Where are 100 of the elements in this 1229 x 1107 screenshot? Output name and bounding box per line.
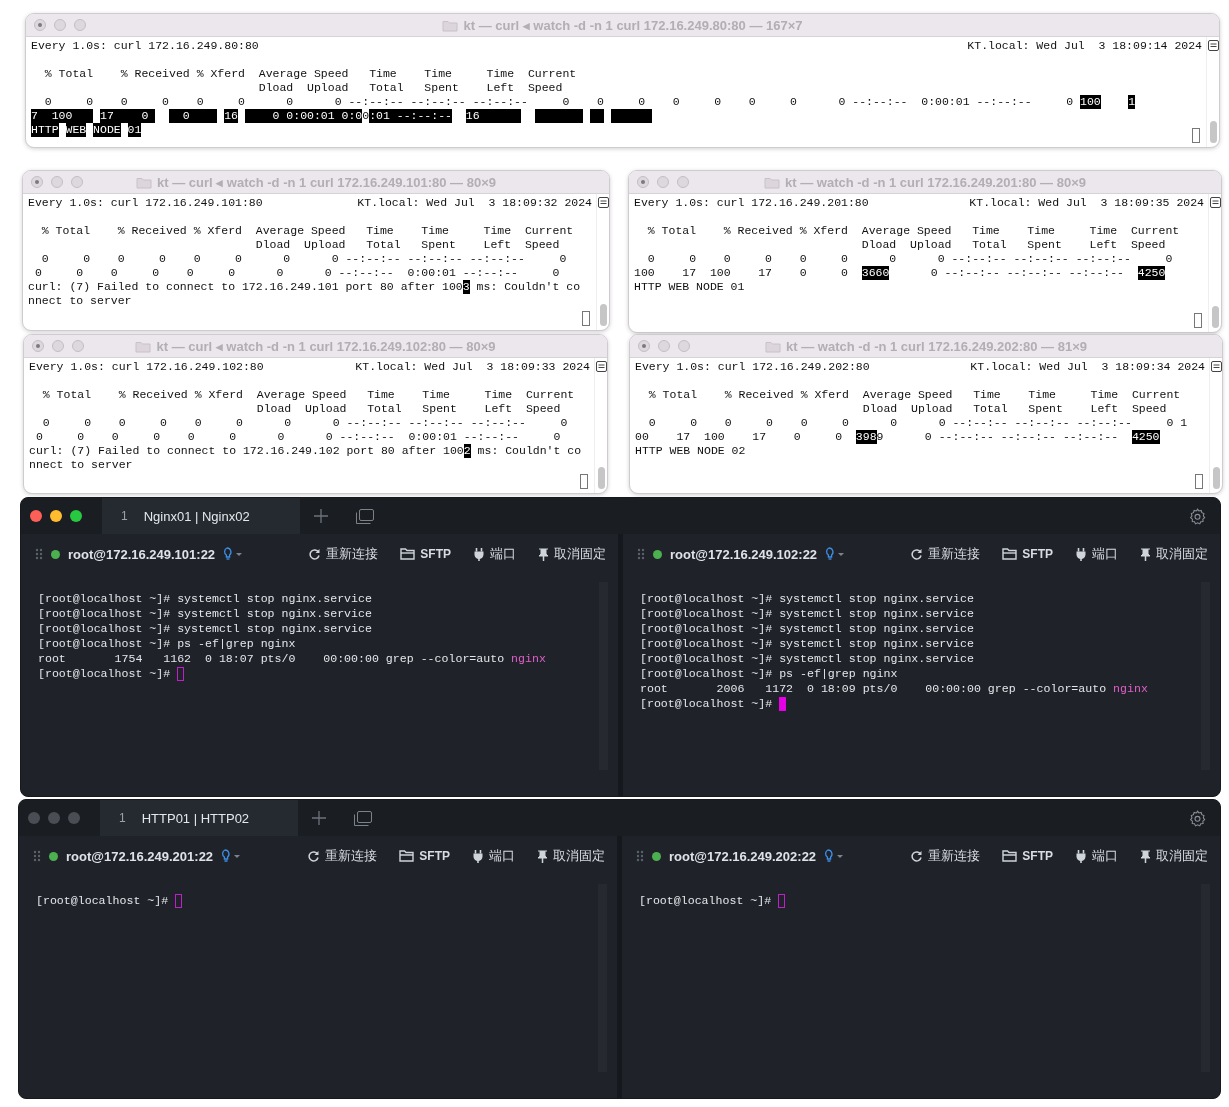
terminal-text: nnect to server	[28, 294, 132, 308]
terminal-text: [root@localhost ~]#	[38, 666, 172, 681]
window-title: kt — watch -d -n 1 curl 172.16.249.202:80 — 81×9	[786, 338, 1087, 354]
drag-handle-icon[interactable]	[637, 548, 645, 560]
close-button[interactable]	[31, 176, 43, 188]
highlighted-text: 01	[127, 123, 142, 137]
close-button[interactable]	[34, 19, 46, 31]
highlighted-text: 3	[462, 280, 470, 294]
tab-label: HTTP01 | HTTP02	[141, 810, 250, 826]
terminal-text: root 2006 1172 0 18:09 pts/0 00:00:00 grep --color=auto	[640, 681, 1108, 696]
toolbar-button[interactable]: 端口	[472, 845, 515, 867]
highlighted-match: nginx	[511, 651, 546, 666]
toolbar-button[interactable]: 端口	[1075, 543, 1118, 565]
terminal-text: Dload Upload Total Spent Left Speed	[860, 238, 1166, 252]
scrollbar-thumb[interactable]	[597, 467, 605, 489]
scrollbar-thumb[interactable]	[1211, 306, 1219, 328]
terminal-text: nnect to server	[29, 458, 133, 472]
host-label[interactable]: root@172.16.249.201:22	[66, 848, 214, 864]
host-label[interactable]: root@172.16.249.101:22	[68, 546, 216, 562]
plug-icon	[1075, 547, 1087, 561]
terminal-text: Dload Upload Total Spent Left Speed	[254, 238, 560, 252]
tab[interactable]: 1 Nginx01 | Nginx02	[102, 498, 300, 534]
close-button[interactable]	[30, 510, 42, 522]
close-button[interactable]	[32, 340, 44, 352]
lightbulb-icon[interactable]	[824, 849, 845, 863]
split-view-icon[interactable]	[1209, 197, 1221, 208]
tab[interactable]: 1 HTTP01 | HTTP02	[100, 800, 298, 836]
toolbar-button[interactable]: 取消固定	[1140, 845, 1208, 867]
toolbar-button[interactable]: SFTP	[399, 847, 450, 865]
terminal-text: % Total % Received % Xferd Average Speed Time Time Time Current	[40, 224, 574, 238]
scrollbar-thumb[interactable]	[599, 304, 607, 326]
cursor-icon	[580, 474, 588, 489]
split-view-icon[interactable]	[595, 361, 607, 372]
watch-command: Every 1.0s: curl 172.16.249.202:80	[635, 360, 870, 374]
toolbar-button[interactable]: SFTP	[1002, 545, 1053, 563]
toolbar-button[interactable]: SFTP	[1002, 847, 1053, 865]
highlighted-text: 0	[169, 109, 218, 123]
toolbar-button[interactable]: 取消固定	[538, 543, 606, 565]
toolbar-button[interactable]: 重新连接	[910, 543, 981, 565]
terminal-text: [root@localhost ~]# ps -ef|grep nginx	[640, 666, 898, 681]
plug-icon	[1075, 849, 1087, 863]
window-icon[interactable]	[356, 508, 374, 524]
scrollbar-thumb[interactable]	[1212, 467, 1220, 489]
add-tab-icon[interactable]	[314, 509, 328, 523]
terminal-text: 0 --:--:-- --:--:-- --:--:--	[929, 266, 1125, 280]
settings-icon[interactable]	[1189, 809, 1206, 827]
toolbar-button[interactable]: 重新连接	[308, 543, 379, 565]
lightbulb-icon[interactable]	[221, 849, 242, 863]
highlighted-text: 0 0:00:01 0:0	[244, 109, 363, 123]
terminal-text: HTTP WEB NODE 01	[634, 280, 745, 294]
minimize-button[interactable]	[50, 510, 62, 522]
terminal-text: % Total % Received % Xferd Average Speed Time Time Time Current	[646, 224, 1180, 238]
terminal-text: 0 0 0 0 0 0 0 0 --:--:-- 0:00:01 --:--:-- 0	[34, 430, 561, 444]
toolbar-button[interactable]: 端口	[473, 543, 516, 565]
terminal-text: % Total % Received % Xferd Average Speed Time Time Time Current	[41, 388, 575, 402]
drag-handle-icon[interactable]	[33, 850, 41, 862]
cursor-icon	[1195, 474, 1203, 489]
watch-command: Every 1.0s: curl 172.16.249.201:80	[634, 196, 869, 210]
highlighted-text: 16	[224, 109, 239, 123]
toolbar-button[interactable]: 端口	[1075, 845, 1118, 867]
pin-icon	[538, 547, 549, 561]
window-title: kt — curl ◂ watch -d -n 1 curl 172.16.249.101:80 — 80×9	[157, 174, 496, 190]
terminal-text: [root@localhost ~]# systemctl stop nginx.service	[38, 591, 372, 606]
terminal-text: ms: Couldn't co	[475, 280, 581, 294]
add-tab-icon[interactable]	[312, 811, 326, 825]
lightbulb-icon[interactable]	[223, 547, 244, 561]
terminal-text: 0 0 0 0 0 0 0 0 --:--:-- --:--:-- --:--:-- 0 0 0 0 0 0 0 0 --:--:-- 0:00:01 --:--:-- 0	[43, 95, 1075, 109]
drag-handle-icon[interactable]	[35, 548, 43, 560]
toolbar-button[interactable]: 取消固定	[1140, 543, 1208, 565]
plug-icon	[472, 849, 484, 863]
close-button[interactable]	[637, 176, 649, 188]
folder-icon	[442, 18, 459, 32]
folder-icon	[400, 548, 416, 560]
highlighted-text: 16	[465, 109, 521, 123]
split-view-icon[interactable]	[597, 197, 609, 208]
toolbar-button[interactable]: 取消固定	[537, 845, 605, 867]
settings-icon[interactable]	[1189, 507, 1206, 525]
watch-command: Every 1.0s: curl 172.16.249.101:80	[28, 196, 263, 210]
host-label[interactable]: root@172.16.249.102:22	[670, 546, 818, 562]
terminal-text: Dload Upload Total Spent Left Speed	[257, 81, 563, 95]
refresh-icon	[308, 547, 322, 561]
highlighted-text: 17 0	[100, 109, 156, 123]
folder-icon	[764, 175, 780, 189]
split-view-icon[interactable]	[1210, 361, 1222, 372]
lightbulb-icon[interactable]	[825, 547, 846, 561]
terminal-text: curl: (7) Failed to connect to 172.16.249.102 port 80 after 100	[29, 444, 464, 458]
toolbar-button[interactable]: 重新连接	[307, 845, 378, 867]
terminal-text: 0 0 0 0 0 0 0 0 --:--:-- --:--:-- --:--:-- 0	[646, 252, 1173, 266]
zoom-button[interactable]	[70, 510, 82, 522]
host-label[interactable]: root@172.16.249.202:22	[669, 848, 817, 864]
drag-handle-icon[interactable]	[636, 850, 644, 862]
scrollbar-thumb[interactable]	[1209, 121, 1217, 143]
close-button[interactable]	[638, 340, 650, 352]
terminal-text: 0 0 0 0 0 0 0 0 --:--:-- --:--:-- --:--:-- 0 1	[647, 416, 1188, 430]
split-view-icon[interactable]	[1207, 40, 1219, 51]
toolbar-button[interactable]: 重新连接	[910, 845, 981, 867]
terminal-text: % Total % Received % Xferd Average Speed Time Time Time Current	[43, 67, 577, 81]
toolbar-button[interactable]: SFTP	[400, 545, 451, 563]
window-icon[interactable]	[354, 810, 372, 826]
terminal-text: 0 0 0 0 0 0 0 0 --:--:-- --:--:-- --:--:-- 0	[40, 252, 567, 266]
